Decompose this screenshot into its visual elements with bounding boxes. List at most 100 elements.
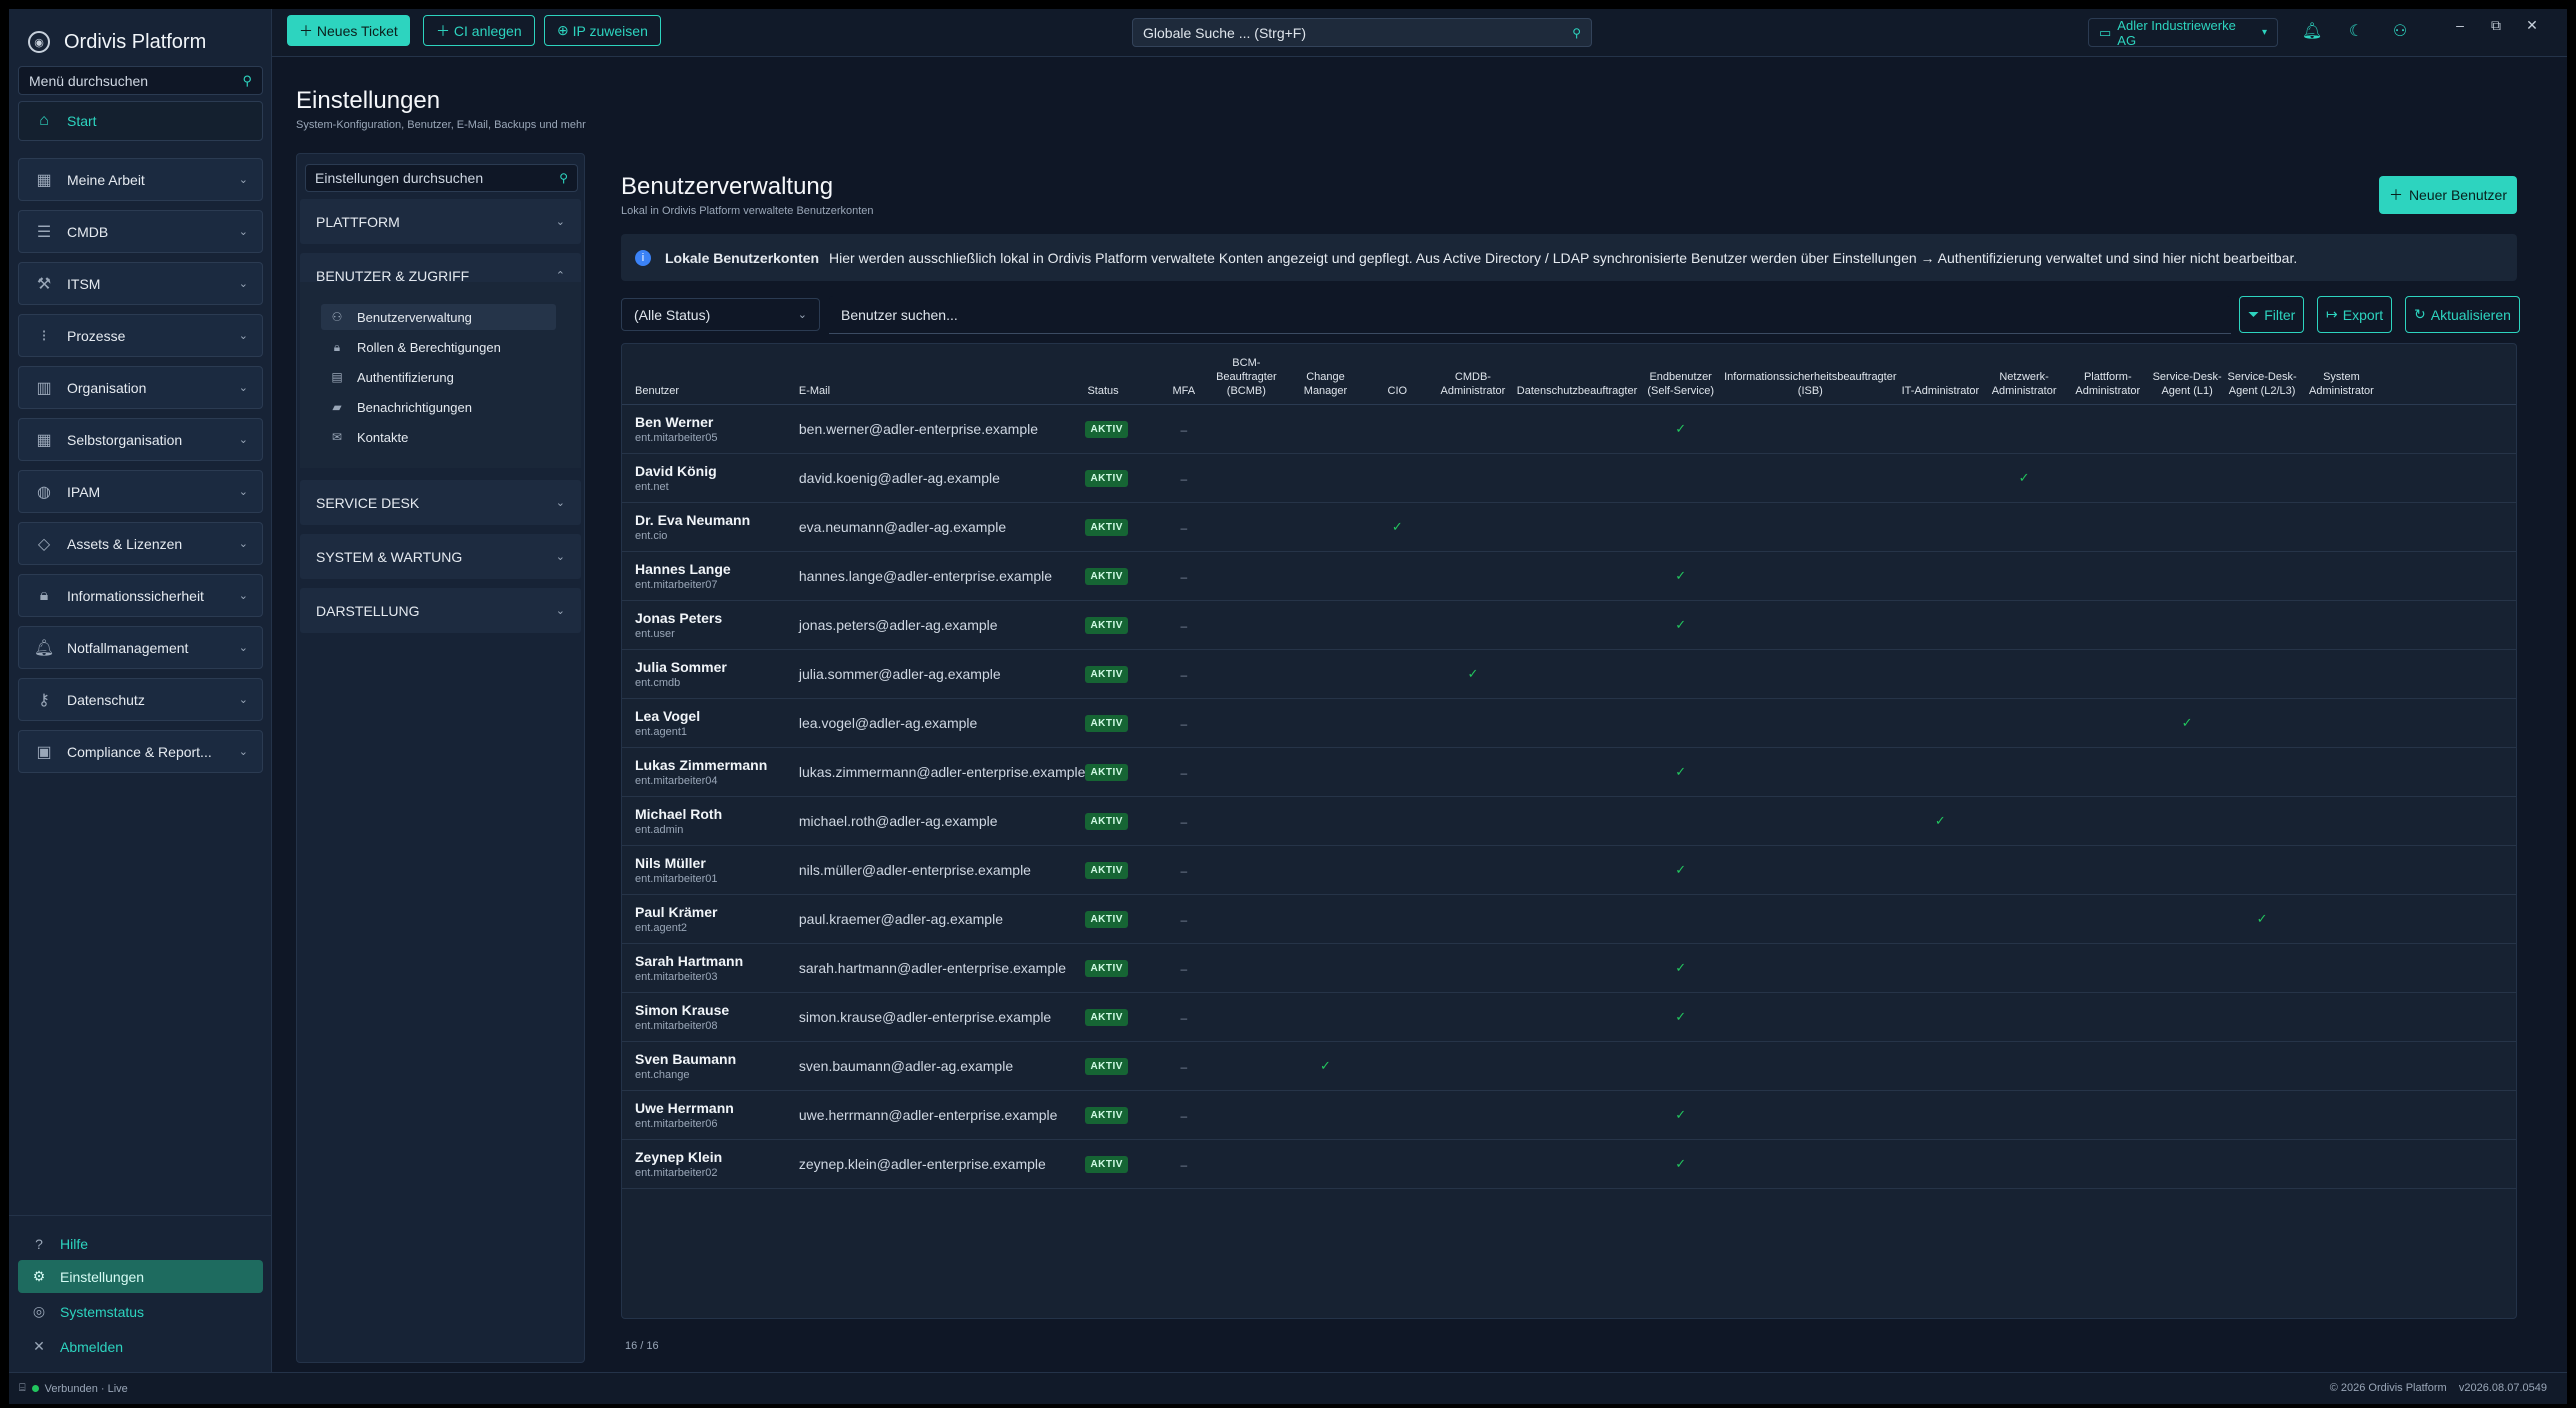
column-header[interactable]: CIO bbox=[1363, 344, 1432, 405]
role-cell[interactable] bbox=[2065, 1139, 2150, 1189]
column-header[interactable]: Plattform-Administrator bbox=[2065, 344, 2150, 405]
role-cell[interactable] bbox=[2149, 649, 2225, 699]
role-cell[interactable] bbox=[1287, 796, 1364, 846]
role-cell[interactable] bbox=[2149, 502, 2225, 552]
sidebar-item-organisation[interactable]: ▥ Organisation ⌄ bbox=[18, 366, 263, 409]
role-cell[interactable] bbox=[1639, 894, 1723, 944]
role-cell[interactable] bbox=[1287, 747, 1364, 797]
role-cell[interactable] bbox=[1982, 943, 2066, 993]
role-cell[interactable]: ✓ bbox=[1982, 453, 2066, 503]
role-cell[interactable] bbox=[1205, 502, 1288, 552]
role-cell[interactable] bbox=[1982, 551, 2066, 601]
assign-ip-button[interactable]: ⊕ IP zuweisen bbox=[544, 15, 661, 46]
role-cell[interactable] bbox=[1205, 453, 1288, 503]
role-cell[interactable] bbox=[1514, 1041, 1640, 1091]
role-cell[interactable] bbox=[1898, 1139, 1983, 1189]
role-cell[interactable] bbox=[1431, 992, 1515, 1042]
role-cell[interactable] bbox=[1287, 502, 1364, 552]
role-cell[interactable] bbox=[1982, 992, 2066, 1042]
role-cell[interactable] bbox=[2065, 796, 2150, 846]
role-cell[interactable] bbox=[2224, 1139, 2300, 1189]
role-cell[interactable]: ✓ bbox=[1639, 551, 1723, 601]
role-cell[interactable] bbox=[1431, 845, 1515, 895]
new-ticket-button[interactable]: ＋ Neues Ticket bbox=[287, 15, 410, 46]
sidebar-item-selbstorganisation[interactable]: ▦ Selbstorganisation ⌄ bbox=[18, 418, 263, 461]
sidebar-help[interactable]: ? Hilfe bbox=[18, 1227, 263, 1260]
role-cell[interactable] bbox=[1431, 1090, 1515, 1140]
sidebar-logout[interactable]: ✕ Abmelden bbox=[18, 1330, 263, 1363]
role-cell[interactable] bbox=[1287, 551, 1364, 601]
role-cell[interactable] bbox=[2299, 404, 2384, 454]
column-header[interactable]: CMDB-Administrator bbox=[1431, 344, 1515, 405]
role-cell[interactable] bbox=[1898, 698, 1983, 748]
role-cell[interactable] bbox=[1363, 649, 1432, 699]
role-cell[interactable]: ✓ bbox=[1363, 502, 1432, 552]
role-cell[interactable] bbox=[2149, 894, 2225, 944]
role-cell[interactable] bbox=[1639, 502, 1723, 552]
role-cell[interactable] bbox=[2299, 1041, 2384, 1091]
sidebar-item-datenschutz[interactable]: ⚷ Datenschutz ⌄ bbox=[18, 678, 263, 721]
role-cell[interactable] bbox=[1514, 894, 1640, 944]
role-cell[interactable] bbox=[2149, 943, 2225, 993]
role-cell[interactable] bbox=[1722, 502, 1899, 552]
theme-moon-icon[interactable]: ☾ bbox=[2345, 21, 2367, 43]
settings-item-benachrichtigungen[interactable]: ▰ Benachrichtigungen bbox=[321, 394, 556, 420]
role-cell[interactable] bbox=[2224, 796, 2300, 846]
table-row[interactable]: Ben Werner ent.mitarbeiter05 ben.werner@ad… bbox=[622, 404, 2516, 454]
role-cell[interactable] bbox=[2299, 1090, 2384, 1140]
role-cell[interactable] bbox=[1431, 453, 1515, 503]
role-cell[interactable] bbox=[1205, 600, 1288, 650]
export-button[interactable]: ↦ Export bbox=[2317, 296, 2393, 333]
role-cell[interactable] bbox=[1363, 600, 1432, 650]
role-cell[interactable] bbox=[2299, 992, 2384, 1042]
role-cell[interactable] bbox=[2224, 992, 2300, 1042]
role-cell[interactable] bbox=[1898, 992, 1983, 1042]
role-cell[interactable] bbox=[1287, 894, 1364, 944]
role-cell[interactable]: ✓ bbox=[1639, 845, 1723, 895]
role-cell[interactable] bbox=[2299, 796, 2384, 846]
role-cell[interactable]: ✓ bbox=[1639, 1139, 1723, 1189]
role-cell[interactable] bbox=[1514, 1090, 1640, 1140]
role-cell[interactable] bbox=[1431, 404, 1515, 454]
sidebar-systemstatus[interactable]: ◎ Systemstatus bbox=[18, 1295, 263, 1328]
role-cell[interactable] bbox=[1722, 894, 1899, 944]
role-cell[interactable] bbox=[1514, 453, 1640, 503]
role-cell[interactable] bbox=[2299, 649, 2384, 699]
role-cell[interactable]: ✓ bbox=[2224, 894, 2300, 944]
role-cell[interactable] bbox=[1514, 943, 1640, 993]
role-cell[interactable]: ✓ bbox=[1639, 943, 1723, 993]
role-cell[interactable] bbox=[1639, 1041, 1723, 1091]
role-cell[interactable] bbox=[1363, 1139, 1432, 1189]
role-cell[interactable] bbox=[2065, 747, 2150, 797]
role-cell[interactable] bbox=[1514, 698, 1640, 748]
role-cell[interactable] bbox=[2299, 698, 2384, 748]
role-cell[interactable] bbox=[1287, 1090, 1364, 1140]
role-cell[interactable] bbox=[1639, 796, 1723, 846]
role-cell[interactable] bbox=[1898, 894, 1983, 944]
user-icon[interactable]: ⚇ bbox=[2389, 21, 2411, 43]
role-cell[interactable] bbox=[1287, 992, 1364, 1042]
role-cell[interactable] bbox=[2065, 894, 2150, 944]
role-cell[interactable] bbox=[2224, 600, 2300, 650]
role-cell[interactable]: ✓ bbox=[1639, 404, 1723, 454]
role-cell[interactable]: ✓ bbox=[1639, 747, 1723, 797]
role-cell[interactable] bbox=[2065, 600, 2150, 650]
role-cell[interactable] bbox=[2065, 943, 2150, 993]
role-cell[interactable] bbox=[1514, 992, 1640, 1042]
role-cell[interactable] bbox=[1205, 894, 1288, 944]
role-cell[interactable] bbox=[2224, 845, 2300, 895]
role-cell[interactable] bbox=[2224, 943, 2300, 993]
role-cell[interactable] bbox=[2149, 1090, 2225, 1140]
role-cell[interactable] bbox=[2224, 698, 2300, 748]
sidebar-settings[interactable]: ⚙ Einstellungen bbox=[18, 1260, 263, 1293]
role-cell[interactable] bbox=[1205, 1090, 1288, 1140]
role-cell[interactable] bbox=[2299, 502, 2384, 552]
role-cell[interactable] bbox=[1722, 649, 1899, 699]
role-cell[interactable] bbox=[1514, 845, 1640, 895]
role-cell[interactable] bbox=[1898, 551, 1983, 601]
role-cell[interactable] bbox=[1287, 1139, 1364, 1189]
role-cell[interactable] bbox=[1722, 698, 1899, 748]
role-cell[interactable] bbox=[1898, 453, 1983, 503]
role-cell[interactable] bbox=[2149, 404, 2225, 454]
role-cell[interactable] bbox=[1363, 698, 1432, 748]
